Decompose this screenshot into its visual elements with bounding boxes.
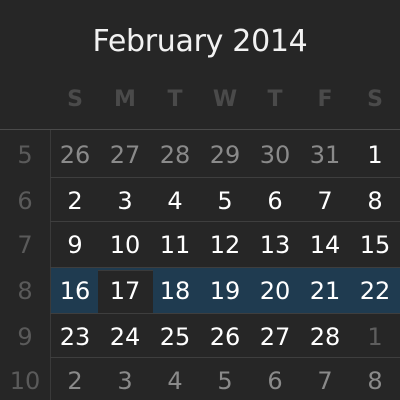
- day-cell[interactable]: 31: [300, 132, 350, 178]
- day-cell[interactable]: 30: [250, 132, 300, 178]
- day-cell[interactable]: 26: [50, 132, 100, 178]
- day-cell[interactable]: 19: [200, 268, 250, 314]
- week-row: 7 9 10 11 12 13 14 15: [0, 222, 400, 268]
- day-cell[interactable]: 9: [50, 222, 100, 268]
- dow-friday: F: [317, 87, 333, 112]
- day-cell[interactable]: 23: [50, 314, 100, 360]
- day-cell[interactable]: 20: [250, 268, 300, 314]
- day-cell[interactable]: 21: [300, 268, 350, 314]
- day-of-week-header: S M T W T F S: [50, 84, 400, 116]
- day-cell[interactable]: 16: [50, 268, 100, 314]
- week-number: 7: [17, 231, 33, 259]
- week-number: 8: [17, 277, 33, 305]
- day-cell[interactable]: 29: [200, 132, 250, 178]
- calendar-widget: February 2014 S M T W T F S 5 26 27 28 29 30 3…: [0, 0, 400, 400]
- day-cell[interactable]: 18: [150, 268, 200, 314]
- dow-wednesday: W: [212, 87, 238, 112]
- day-cell[interactable]: 22: [350, 268, 400, 314]
- week-number: 10: [9, 367, 41, 395]
- week-number: 6: [17, 187, 33, 215]
- header-divider: [0, 129, 400, 130]
- day-cell[interactable]: 25: [150, 314, 200, 360]
- day-cell[interactable]: 3: [100, 358, 150, 400]
- day-cell[interactable]: 24: [100, 314, 150, 360]
- week-row: 8 16 17 18 19 20 21 22: [0, 268, 400, 314]
- day-cell[interactable]: 8: [350, 358, 400, 400]
- day-cell[interactable]: 1: [350, 132, 400, 178]
- dow-tuesday: T: [167, 87, 183, 112]
- day-cell[interactable]: 11: [150, 222, 200, 268]
- day-cell[interactable]: 28: [300, 314, 350, 360]
- week-number: 5: [17, 141, 33, 169]
- day-cell[interactable]: 6: [250, 358, 300, 400]
- week-row: 10 2 3 4 5 6 7 8: [0, 358, 400, 400]
- day-cell[interactable]: 17: [100, 268, 150, 314]
- day-cell[interactable]: 1: [350, 314, 400, 360]
- day-cell[interactable]: 4: [150, 358, 200, 400]
- day-cell[interactable]: 12: [200, 222, 250, 268]
- day-cell[interactable]: 8: [350, 178, 400, 224]
- day-cell[interactable]: 2: [50, 358, 100, 400]
- day-cell[interactable]: 5: [200, 358, 250, 400]
- day-cell[interactable]: 27: [100, 132, 150, 178]
- day-cell[interactable]: 6: [250, 178, 300, 224]
- day-cell[interactable]: 10: [100, 222, 150, 268]
- week-row: 9 23 24 25 26 27 28 1: [0, 314, 400, 360]
- day-cell[interactable]: 15: [350, 222, 400, 268]
- day-cell[interactable]: 7: [300, 178, 350, 224]
- month-title[interactable]: February 2014: [0, 22, 400, 62]
- day-cell[interactable]: 14: [300, 222, 350, 268]
- dow-monday: M: [114, 87, 136, 112]
- day-cell[interactable]: 3: [100, 178, 150, 224]
- dow-saturday: S: [367, 87, 383, 112]
- week-row: 62345678: [0, 178, 400, 224]
- day-cell[interactable]: 5: [200, 178, 250, 224]
- dow-sunday: S: [67, 87, 83, 112]
- day-cell[interactable]: 2: [50, 178, 100, 224]
- day-cell[interactable]: 26: [200, 314, 250, 360]
- week-number: 9: [17, 323, 33, 351]
- week-row: 5 26 27 28 29 30 31 1: [0, 132, 400, 178]
- day-cell[interactable]: 4: [150, 178, 200, 224]
- day-cell[interactable]: 28: [150, 132, 200, 178]
- dow-thursday: T: [267, 87, 283, 112]
- day-cell[interactable]: 7: [300, 358, 350, 400]
- day-cell[interactable]: 13: [250, 222, 300, 268]
- day-cell[interactable]: 27: [250, 314, 300, 360]
